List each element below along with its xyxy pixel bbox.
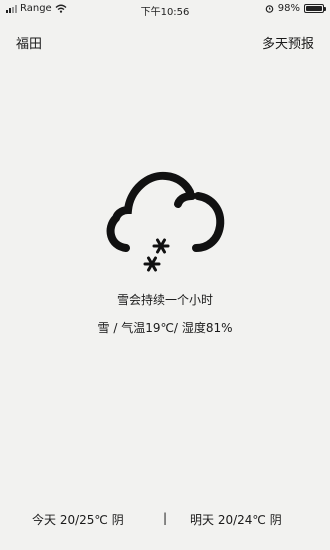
weather-details: 雪 / 气温19℃/ 湿度81% bbox=[0, 319, 330, 336]
humidity: 湿度81% bbox=[181, 321, 233, 335]
city-name[interactable]: 福田 bbox=[16, 33, 42, 52]
multi-day-forecast-link[interactable]: 多天预报 bbox=[262, 33, 314, 52]
condition-text: 雪会持续一个小时 bbox=[116, 293, 213, 307]
alarm-icon bbox=[265, 5, 274, 13]
status-right: 98% bbox=[265, 3, 326, 14]
battery-fill bbox=[306, 6, 322, 11]
battery-icon bbox=[304, 4, 326, 13]
status-bar: Range 下午10:56 98% bbox=[0, 0, 330, 18]
tomorrow-forecast: 明天 20/24℃ 阴 bbox=[190, 513, 282, 527]
temperature: 气温19℃/ bbox=[121, 321, 178, 335]
forecast-divider: | bbox=[163, 511, 168, 525]
detail-separator: / bbox=[109, 321, 122, 335]
battery-percent: 98% bbox=[277, 3, 300, 14]
today-forecast: 今天 20/25℃ 阴 bbox=[32, 513, 124, 527]
snow-cloud-icon bbox=[106, 171, 225, 272]
weather-type: 雪 bbox=[97, 321, 110, 335]
